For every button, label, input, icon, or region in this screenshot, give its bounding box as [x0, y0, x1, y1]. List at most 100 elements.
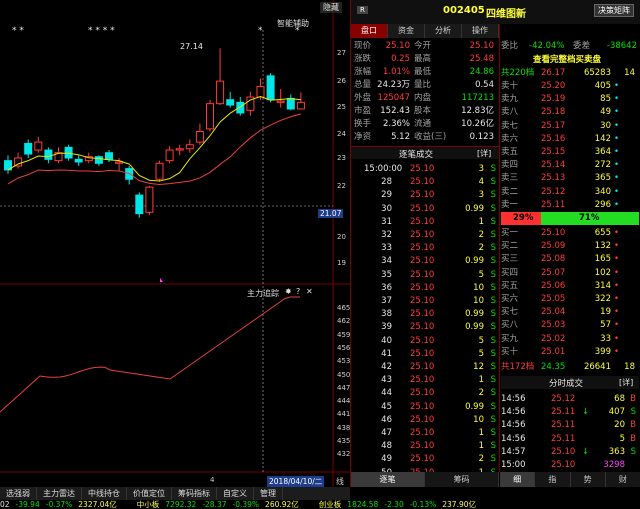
ask-row[interactable]: 卖十 25.20 405 • — [501, 80, 639, 92]
tab-item[interactable]: 资金 — [388, 24, 425, 38]
price-axis-tick: 19 — [337, 259, 346, 267]
help-icon[interactable]: ? — [296, 287, 300, 296]
tick-time: 48 — [381, 441, 392, 452]
ask-row[interactable]: 卖六 25.16 142 • — [501, 133, 639, 145]
price-axis-tick: 25 — [337, 103, 346, 111]
ask-row[interactable]: 卖五 25.15 364 • — [501, 146, 639, 158]
bid-marker: • — [613, 254, 619, 265]
hide-button[interactable]: 隐藏 — [320, 2, 342, 13]
ticker-item: 02 — [0, 500, 10, 509]
minute-row: 14:56 25.11 5 B — [501, 433, 639, 445]
full-book-link[interactable]: 查看完整档买卖盘 — [533, 54, 601, 66]
candle-body — [286, 97, 295, 110]
toolbar-item[interactable]: 选强弱 — [0, 487, 37, 500]
ticks-title: 逐笔成交 — [399, 150, 434, 160]
toolbar-item[interactable]: 价值定位 — [127, 487, 172, 500]
bid-row[interactable]: 买十 25.01 399 • — [501, 346, 639, 358]
tab-item[interactable]: 操作 — [462, 24, 499, 38]
ask-row[interactable]: 卖七 25.17 30 • — [501, 120, 639, 132]
ask-row[interactable]: 卖二 25.12 340 • — [501, 186, 639, 198]
tick-price: 25.10 — [410, 164, 435, 174]
sub-axis-tick: 462 — [337, 317, 351, 326]
toolbar-item[interactable]: 自定义 — [217, 487, 254, 500]
bid-volume: 102 — [594, 267, 611, 278]
minute-detail-link[interactable]: [详] — [619, 377, 633, 388]
bottom-tab-right[interactable]: 财 — [605, 472, 640, 487]
candle-body — [206, 103, 214, 130]
bid-row[interactable]: 买六 25.05 322 • — [501, 293, 639, 305]
settings-icon[interactable]: ✸ — [285, 287, 292, 296]
bid-row[interactable]: 买七 25.04 19 • — [501, 306, 639, 318]
bid-row[interactable]: 买一 25.10 655 • — [501, 227, 639, 239]
ask-level: 卖九 — [501, 94, 519, 105]
bid-level: 买五 — [501, 280, 519, 291]
bid-row[interactable]: 买九 25.02 33 • — [501, 333, 639, 345]
bottom-tab-left[interactable]: 筹码 — [425, 472, 499, 487]
tick-volume: 2 — [478, 230, 484, 240]
current-price-tag: 21.07 — [318, 209, 344, 218]
ask-row[interactable]: 卖四 25.14 272 • — [501, 159, 639, 171]
close-icon[interactable]: ✕ — [306, 287, 313, 296]
quote-value-2: 117213 — [461, 93, 494, 103]
signal-stars-mid: * * * * — [88, 26, 115, 36]
ask-price: 25.17 — [541, 120, 566, 131]
tick-price: 25.10 — [410, 348, 435, 359]
bid-row[interactable]: 买四 25.07 102 • — [501, 267, 639, 279]
bid-row[interactable]: 买三 25.08 165 • — [501, 253, 639, 265]
bid-volume: 57 — [600, 320, 611, 331]
indicator-title[interactable]: 智能辅助 — [277, 18, 309, 29]
quote-label: 市盈 — [354, 106, 372, 116]
sell-ratio-label: 29% — [513, 213, 534, 223]
toolbar-item[interactable]: 筹码指标 — [172, 487, 217, 500]
tick-volume: 0.99 — [465, 309, 484, 320]
bottom-tab-left[interactable]: 逐笔 — [351, 472, 425, 487]
bid-level: 买六 — [501, 294, 519, 304]
ask-row[interactable]: 卖九 25.19 85 • — [501, 93, 639, 105]
kline-chart[interactable]: 隐藏 智能辅助 * * * * * * * * 27.14 21.07 27 26… — [0, 0, 350, 487]
ticks-detail-link[interactable]: [详] — [477, 148, 491, 159]
tick-time: 49 — [381, 454, 392, 465]
tick-row: 43 25.10 1 S — [354, 374, 498, 386]
kline-svg[interactable] — [0, 0, 350, 487]
bid-row[interactable]: 买二 25.09 132 • — [501, 240, 639, 252]
tick-time: 28 — [381, 177, 392, 188]
ask-volume: 30 — [600, 120, 611, 131]
quote-label-2: 最低 — [414, 67, 432, 77]
minute-row: 15:00 25.10 3298 — [501, 459, 639, 471]
toolbar-item[interactable]: 管理 — [254, 487, 283, 500]
ask-row[interactable]: 卖八 25.18 49 • — [501, 106, 639, 118]
ask-row[interactable]: 卖一 25.11 296 • — [501, 199, 639, 211]
tick-side: S — [490, 309, 496, 320]
tick-side: S — [490, 296, 496, 306]
ticker-item: 2327.04亿 — [78, 500, 117, 509]
tab-item[interactable]: 分析 — [425, 24, 462, 38]
bottom-tab-right[interactable]: 细 — [500, 472, 536, 487]
tick-row: 28 25.10 4 S — [354, 176, 498, 188]
tick-row: 45 25.10 0.99 S — [354, 401, 498, 413]
tick-volume: 10 — [473, 296, 484, 306]
bid-volume: 655 — [594, 228, 611, 238]
ask-volume: 340 — [594, 186, 611, 197]
bid-row[interactable]: 买八 25.03 57 • — [501, 319, 639, 331]
toolbar-item[interactable]: 中线持仓 — [82, 487, 127, 500]
tick-time: 35 — [381, 269, 392, 280]
tick-time: 15:00:00 — [364, 164, 403, 174]
tick-side: S — [490, 322, 496, 333]
date-right-label: 线 — [336, 477, 344, 486]
bottom-tab-right[interactable]: 指 — [535, 472, 571, 487]
candle-body — [175, 148, 184, 151]
quote-row: 外盘 125047 内盘 117213 — [354, 92, 498, 104]
ask-row[interactable]: 卖三 25.13 365 • — [501, 172, 639, 184]
minute-side: B — [630, 420, 636, 431]
decision-matrix-button[interactable]: 决策矩阵 — [594, 4, 634, 17]
bottom-tab-right[interactable]: 势 — [570, 472, 606, 487]
ask-volume: 85 — [600, 94, 611, 105]
tick-side: S — [490, 177, 496, 188]
ask-price: 25.13 — [541, 173, 566, 184]
candle-body — [195, 131, 204, 143]
bid-row[interactable]: 买五 25.06 314 • — [501, 280, 639, 292]
tab-item[interactable]: 盘口 — [351, 24, 388, 38]
toolbar-item[interactable]: 主力雷达 — [37, 487, 82, 500]
tick-side: S — [490, 335, 496, 346]
quote-label: 总量 — [354, 80, 372, 90]
